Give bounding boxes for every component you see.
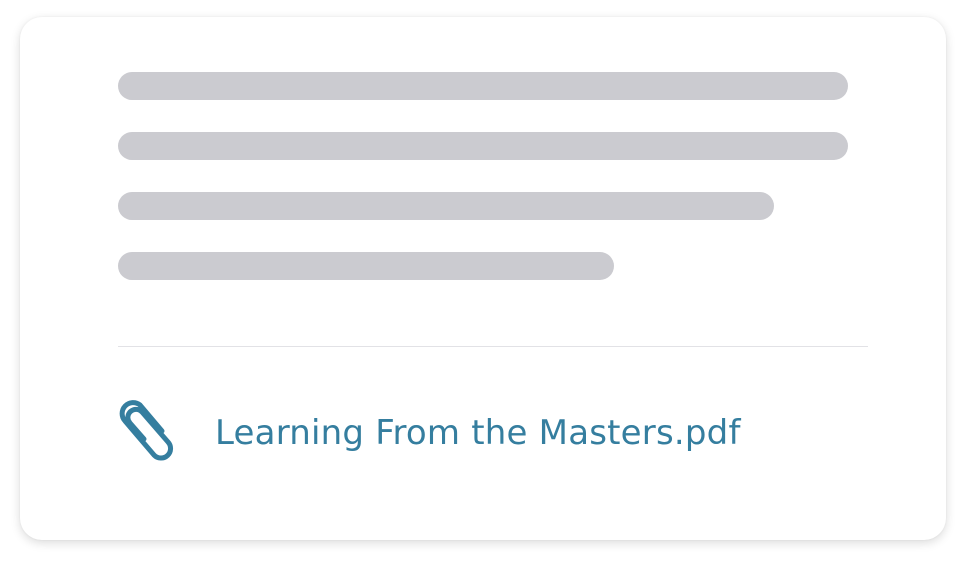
text-placeholder-line [118, 132, 848, 160]
attachment-file-name[interactable]: Learning From the Masters.pdf [215, 416, 741, 450]
text-placeholder-line [118, 252, 614, 280]
text-placeholder-line [118, 72, 848, 100]
message-card: Learning From the Masters.pdf [20, 17, 946, 540]
attachment-link[interactable]: Learning From the Masters.pdf [116, 397, 741, 469]
divider [118, 346, 868, 347]
paperclip-icon [116, 397, 184, 469]
text-placeholder-line [118, 192, 774, 220]
